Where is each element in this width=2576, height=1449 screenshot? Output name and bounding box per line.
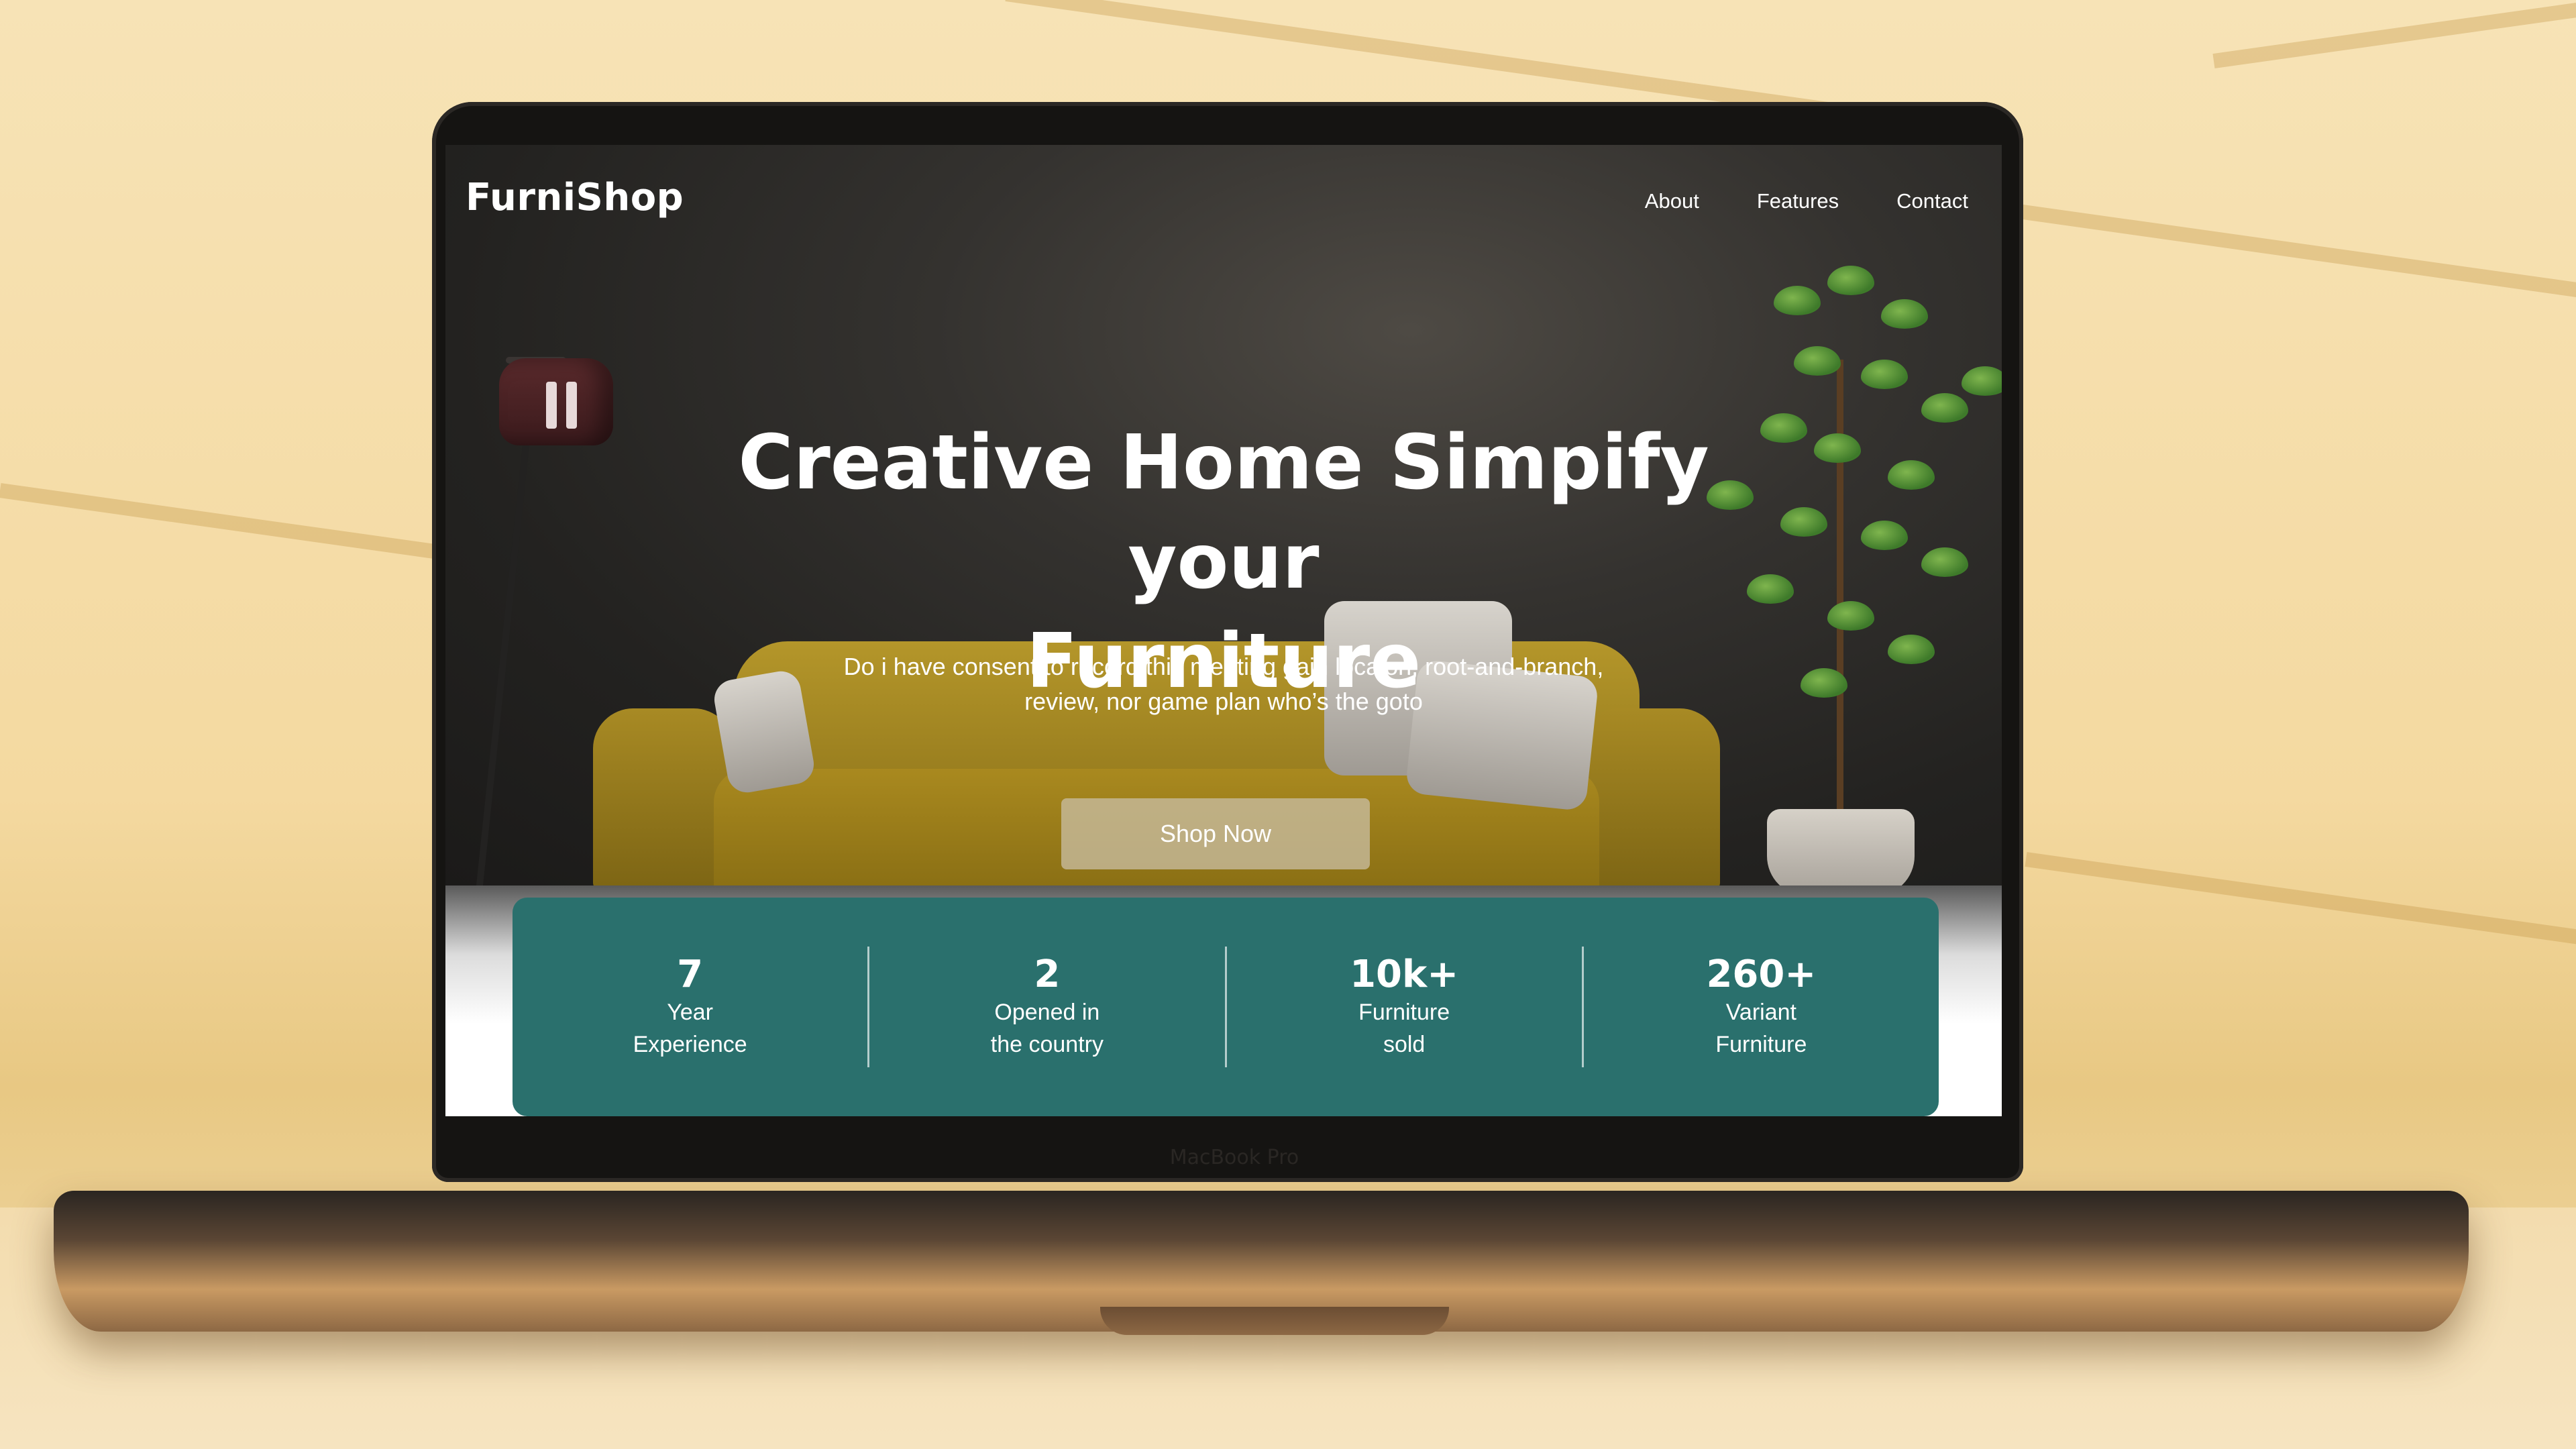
bezel-label: MacBook Pro	[1169, 1146, 1299, 1169]
floor-lamp-icon	[499, 358, 613, 445]
plant-leaf-icon	[1861, 360, 1908, 389]
stat-variants: 260+ Variant Furniture	[1584, 947, 1939, 1067]
stat-value: 7	[677, 953, 704, 996]
window-shadow	[1998, 201, 2576, 301]
nav-link-features[interactable]: Features	[1757, 189, 1839, 213]
plant-leaf-icon	[1827, 601, 1874, 631]
stat-label: Variant Furniture	[1715, 1000, 1807, 1057]
plant-leaf-icon	[1888, 460, 1935, 490]
plant-leaf-icon	[1827, 266, 1874, 295]
plant-leaf-icon	[1861, 521, 1908, 550]
brand-logo[interactable]: FurniShop	[466, 176, 684, 219]
stat-label: Furniture sold	[1358, 1000, 1450, 1057]
window-shadow	[0, 483, 466, 564]
window-shadow	[2025, 852, 2576, 945]
window-shadow	[2212, 1, 2576, 68]
plant-leaf-icon	[1888, 635, 1935, 664]
shop-now-button[interactable]: Shop Now	[1061, 798, 1370, 869]
floor-lamp-pole	[474, 427, 531, 885]
stat-furniture-sold: 10k+ Furniture sold	[1227, 947, 1584, 1067]
photo-backdrop: MacBook Pro FurniShop About Features Con…	[0, 0, 2576, 1449]
nav-link-contact[interactable]: Contact	[1896, 189, 1968, 213]
laptop-notch	[1100, 1307, 1449, 1335]
plant-leaf-icon	[1774, 286, 1821, 315]
plant-leaf-icon	[1962, 366, 2002, 396]
stat-value: 10k+	[1350, 953, 1459, 996]
hero-subtitle: Do i have consent to record this meeting…	[843, 653, 1604, 715]
stat-label: Year Experience	[633, 1000, 747, 1057]
stat-label: Opened in the country	[990, 1000, 1104, 1057]
plant-leaf-icon	[1921, 393, 1968, 423]
plant-pot	[1767, 809, 1915, 885]
stat-countries: 2 Opened in the country	[869, 947, 1227, 1067]
laptop-screen: FurniShop About Features Contact Creativ…	[445, 145, 2002, 1116]
plant-leaf-icon	[1814, 433, 1861, 463]
plant-leaf-icon	[1794, 346, 1841, 376]
plant-leaf-icon	[1921, 547, 1968, 577]
hero-section: FurniShop About Features Contact Creativ…	[445, 145, 2002, 885]
stat-experience: 7 Year Experience	[513, 947, 870, 1067]
hero-title-line-1: Creative Home Simpify your	[738, 419, 1709, 606]
sofa-arm-right	[1579, 708, 1720, 885]
stats-card: 7 Year Experience 2 Opened in the countr…	[513, 898, 1939, 1116]
plant-stem	[1837, 360, 1843, 816]
nav-link-about[interactable]: About	[1645, 189, 1699, 213]
top-nav: About Features Contact	[1645, 189, 1968, 213]
sofa-arm-left	[593, 708, 734, 885]
plant-leaf-icon	[1881, 299, 1928, 329]
stat-value: 260+	[1706, 953, 1817, 996]
stat-value: 2	[1034, 953, 1061, 996]
plant-leaf-icon	[1801, 668, 1847, 698]
